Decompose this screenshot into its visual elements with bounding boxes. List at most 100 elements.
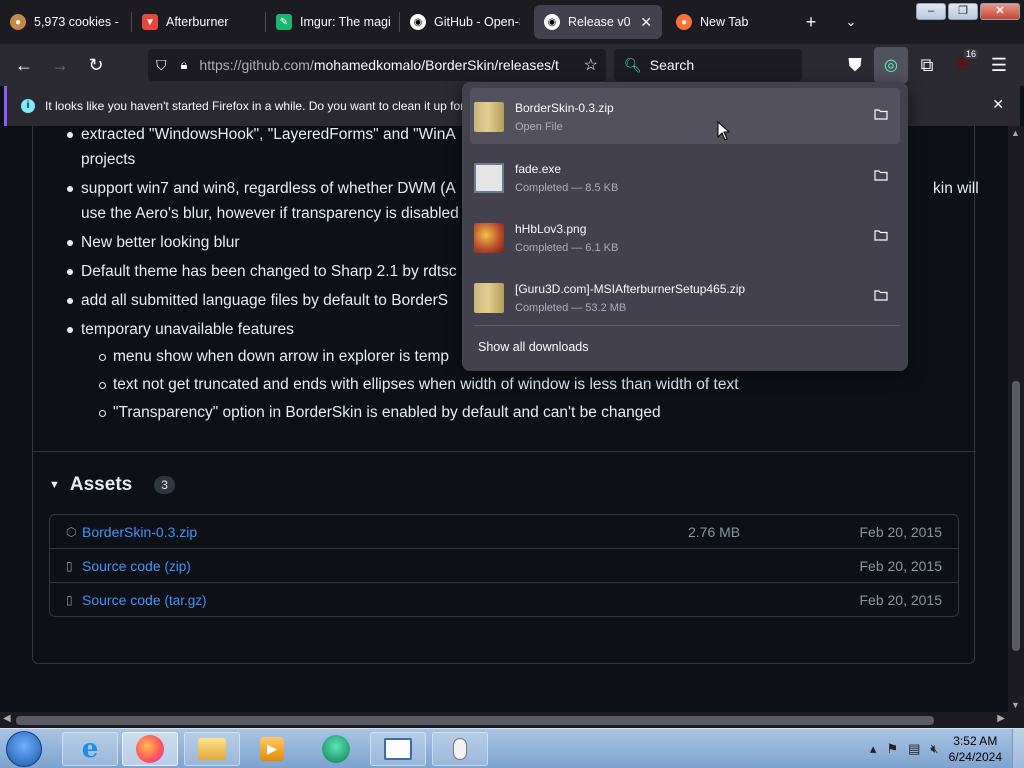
back-button[interactable]: ← [6, 47, 42, 83]
imgur-icon: ✎ [276, 14, 292, 30]
show-hidden-icons-icon[interactable]: ▴ [870, 741, 877, 757]
table-row: ⬡ BorderSkin-0.3.zip 2.76 MB Feb 20, 201… [50, 515, 958, 549]
close-window-button[interactable]: ✕ [980, 3, 1020, 20]
vertical-scrollbar[interactable]: ▲ ▼ [1008, 126, 1024, 712]
scroll-right-icon[interactable]: ▶ [997, 713, 1005, 724]
volume-muted-icon[interactable]: 🔇︎ [930, 741, 938, 757]
extensions-icon[interactable]: ⧉ [910, 47, 944, 83]
start-button[interactable] [6, 731, 42, 767]
exe-file-icon [474, 163, 504, 193]
tab-cookies[interactable]: ● 5,973 cookies - C [0, 0, 132, 44]
new-tab-button[interactable]: + [796, 12, 826, 33]
notification-text: It looks like you haven't started Firefo… [45, 99, 465, 113]
lock-icon[interactable]: 🔒︎ [181, 57, 188, 73]
asset-date: Feb 20, 2015 [859, 523, 942, 540]
extension-ublock-icon[interactable]: ⛨ 16 [946, 47, 980, 83]
app-green-icon[interactable] [308, 732, 364, 766]
extension-badge: 16 [963, 49, 978, 59]
internet-explorer-icon[interactable]: e [62, 732, 118, 766]
download-filename: fade.exe [515, 162, 562, 176]
menu-icon[interactable]: ☰ [982, 47, 1016, 83]
folder-icon[interactable] [874, 169, 888, 181]
asset-link[interactable]: BorderSkin-0.3.zip [82, 524, 197, 540]
control-panel-icon[interactable] [370, 732, 426, 766]
scroll-up-icon[interactable]: ▲ [1011, 128, 1020, 138]
brave-shield-icon: ▼ [142, 14, 158, 30]
package-icon: ⬡ [66, 524, 77, 539]
download-status: Open File [515, 121, 563, 133]
asset-date: Feb 20, 2015 [859, 592, 942, 608]
download-item[interactable]: hHbLov3.png Completed — 6.1 KB [470, 209, 900, 265]
cookie-icon: ● [10, 14, 26, 30]
clock-time: 3:52 AM [953, 734, 998, 748]
forward-button[interactable]: → [42, 47, 78, 83]
download-filename: hHbLov3.png [515, 222, 587, 236]
url-bar[interactable]: ⛉ 🔒︎ https://github.com/mohamedkomalo/Bo… [148, 49, 606, 81]
folder-icon[interactable] [874, 289, 888, 301]
bookmark-star-icon[interactable]: ☆ [584, 55, 598, 75]
media-player-icon[interactable]: ▶ [244, 732, 300, 766]
download-status: Completed — 8.5 KB [515, 182, 619, 194]
network-icon[interactable]: ▤ [908, 741, 920, 757]
download-item[interactable]: BorderSkin-0.3.zip Open File [470, 88, 900, 144]
image-file-icon [474, 223, 504, 253]
show-desktop-button[interactable] [1012, 729, 1024, 768]
scroll-left-icon[interactable]: ◀ [3, 713, 11, 724]
scroll-thumb[interactable] [1012, 381, 1020, 651]
pocket-icon[interactable]: ⛊ [838, 47, 872, 83]
folder-icon[interactable] [874, 108, 888, 120]
github-icon: ◉ [410, 14, 426, 30]
horizontal-scrollbar[interactable]: ◀ ▶ [0, 712, 1024, 728]
close-tab-icon[interactable]: ✕ [640, 14, 652, 31]
search-placeholder: Search [649, 57, 695, 73]
tab-new-tab[interactable]: ● New Tab [666, 0, 796, 44]
show-all-downloads-button[interactable]: Show all downloads [478, 340, 589, 354]
tab-title: Afterburner [166, 15, 229, 29]
tracking-shield-icon[interactable]: ⛉ [156, 57, 167, 74]
mouse-app-icon[interactable] [432, 732, 488, 766]
file-zip-icon: ▯ [66, 593, 73, 607]
list-item: text not get truncated and ends with ell… [99, 372, 1001, 397]
minimize-button[interactable]: – [916, 3, 946, 20]
zip-file-icon [474, 102, 504, 132]
flag-icon[interactable]: ⚑ [886, 741, 898, 757]
download-done-icon: ◎ [884, 57, 898, 74]
url-text[interactable]: https://github.com/mohamedkomalo/BorderS… [199, 57, 559, 73]
download-filename: BorderSkin-0.3.zip [515, 101, 614, 115]
downloads-panel: BorderSkin-0.3.zip Open File fade.exe Co… [462, 82, 908, 371]
triangle-down-icon[interactable]: ▼ [49, 479, 60, 491]
download-item[interactable]: [Guru3D.com]-MSIAfterburnerSetup465.zip … [470, 269, 900, 325]
downloads-button[interactable]: ◎ [874, 47, 908, 83]
tab-title: 5,973 cookies - C [34, 15, 122, 29]
reload-button[interactable]: ↻ [78, 47, 114, 83]
download-filename: [Guru3D.com]-MSIAfterburnerSetup465.zip [515, 282, 746, 296]
firefox-taskbar-icon[interactable] [122, 732, 178, 766]
table-row: ▯ Source code (tar.gz) Feb 20, 2015 [50, 583, 958, 617]
asset-link[interactable]: Source code (zip) [82, 558, 191, 574]
explorer-folder-icon[interactable] [184, 732, 240, 766]
tab-imgur[interactable]: ✎ Imgur: The magi [266, 0, 400, 44]
download-status: Completed — 6.1 KB [515, 242, 619, 254]
close-notification-icon[interactable]: ✕ [992, 96, 1004, 113]
tab-github[interactable]: ◉ GitHub - Open-S [400, 0, 530, 44]
maximize-button[interactable]: ❐ [948, 3, 978, 20]
download-item[interactable]: fade.exe Completed — 8.5 KB [470, 149, 900, 205]
search-bar[interactable]: 🔍︎ Search [614, 49, 802, 81]
list-item: "Transparency" option in BorderSkin is e… [99, 400, 1001, 425]
tab-release[interactable]: ◉ Release v0.3 - ✕ [534, 5, 662, 39]
clock[interactable]: 3:52 AM 6/24/2024 [949, 733, 1002, 765]
zip-file-icon [474, 283, 504, 313]
assets-header[interactable]: ▼ Assets 3 [49, 474, 175, 496]
folder-icon[interactable] [874, 229, 888, 241]
scroll-down-icon[interactable]: ▼ [1011, 700, 1020, 710]
tab-title: Imgur: The magi [300, 15, 390, 29]
tab-afterburner[interactable]: ▼ Afterburner [132, 0, 266, 44]
table-row: ▯ Source code (zip) Feb 20, 2015 [50, 549, 958, 583]
info-icon: i [21, 99, 35, 113]
list-tabs-button[interactable]: ⌄ [836, 14, 866, 30]
tab-title: Release v0.3 - [568, 15, 631, 29]
tab-title: GitHub - Open-S [434, 15, 520, 29]
scroll-thumb[interactable] [16, 716, 934, 725]
nav-bar: ← → ↻ ⛉ 🔒︎ https://github.com/mohamedkom… [0, 44, 1024, 86]
asset-link[interactable]: Source code (tar.gz) [82, 592, 207, 608]
